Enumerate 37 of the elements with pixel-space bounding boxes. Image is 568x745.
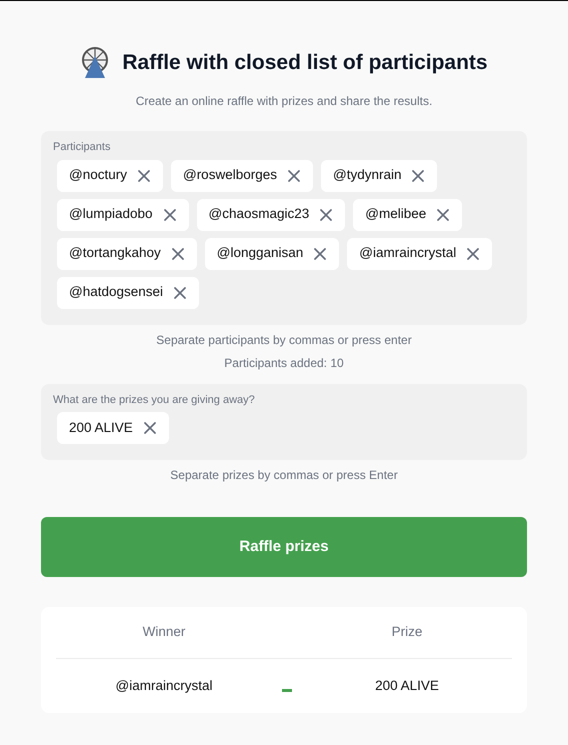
close-icon[interactable] <box>136 168 151 182</box>
page-title: Raffle with closed list of participants <box>122 50 488 76</box>
tag-label: @iamraincrystal <box>359 244 456 262</box>
field-label: Participants <box>53 140 112 155</box>
table-cell-text: @iamraincrystal <box>114 676 214 695</box>
close-icon[interactable] <box>436 208 450 222</box>
dash-icon <box>282 688 292 692</box>
close-icon[interactable] <box>170 246 185 260</box>
close-icon[interactable] <box>173 286 188 300</box>
close-icon[interactable] <box>142 421 157 435</box>
hint-text: Separate prizes by commas or press Enter <box>169 467 399 484</box>
close-icon[interactable] <box>466 246 480 260</box>
page-subtitle: Create an online raffle with prizes and share the results. <box>134 93 434 110</box>
field-label: What are the prizes you are giving away? <box>53 392 256 408</box>
tag-label: @hatdogsensei <box>69 283 164 302</box>
hint-text: Separate participants by commas or press enter <box>155 332 413 348</box>
column-header: Winner <box>142 623 186 642</box>
close-icon[interactable] <box>319 208 334 222</box>
tag-input[interactable]: What are the prizes you are giving away? 200 ALIVE <box>41 384 527 460</box>
tag-label: @melibee <box>365 205 426 224</box>
column-header: Prize <box>390 623 424 642</box>
tag-label: @lumpiadobo <box>69 205 153 224</box>
tag-label: @longganisan <box>216 244 304 262</box>
tag-label: 200 ALIVE <box>69 418 133 437</box>
tag-label: @chaosmagic23 <box>208 205 310 224</box>
tag-label: @tydynrain <box>332 166 402 184</box>
close-icon[interactable] <box>162 208 177 222</box>
ferris-wheel-icon <box>80 46 110 80</box>
participant-count: Participants added: 10 <box>223 354 345 372</box>
tag-label: @noctury <box>69 166 127 184</box>
tag-label: @tortangkahoy <box>69 244 161 262</box>
close-icon[interactable] <box>286 168 301 182</box>
close-icon[interactable] <box>411 168 426 182</box>
close-icon[interactable] <box>313 246 328 260</box>
tag-input[interactable]: Participants @noctury @roswelborges @tydynrain @lumpiadobo @chaosmagic23 @melibee @tortangkahoy @longganisan @iamraincrystal @hatdogsensei <box>41 131 527 324</box>
table-cell-text: 200 ALIVE <box>374 676 440 695</box>
tag-label: @roswelborges <box>182 166 277 184</box>
